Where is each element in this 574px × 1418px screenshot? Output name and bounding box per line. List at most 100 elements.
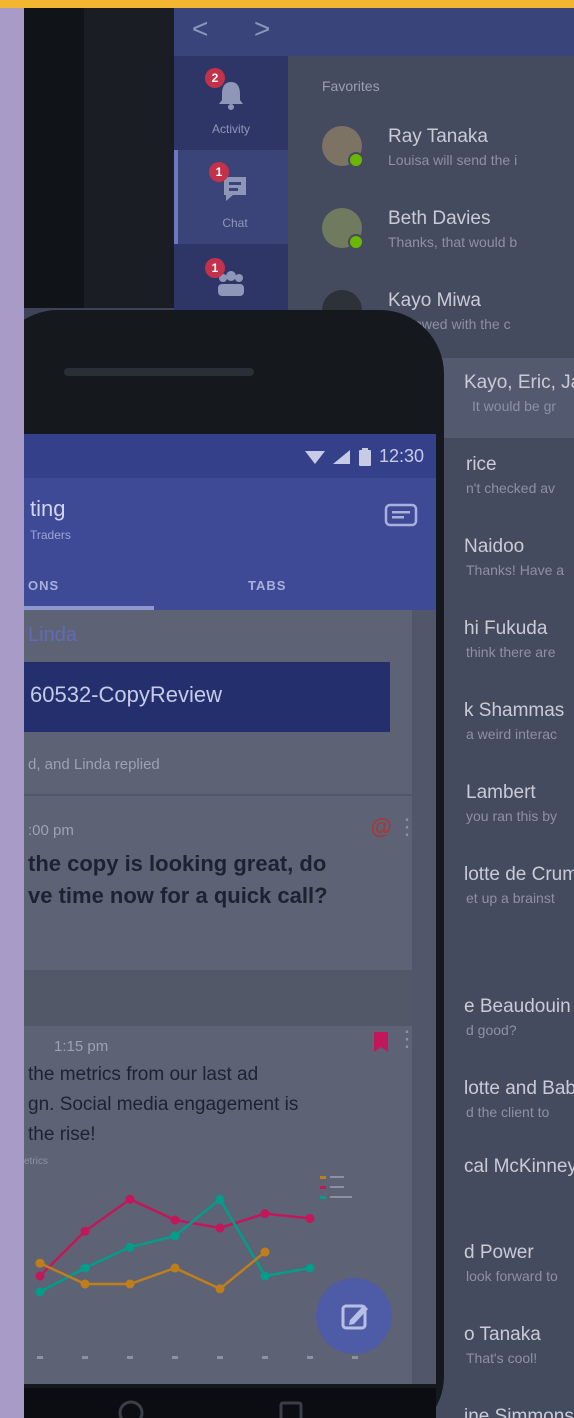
divider [24, 794, 412, 796]
x-tick-mark [262, 1356, 268, 1359]
chat-preview: d the client to [466, 1104, 550, 1120]
favorites-heading: Favorites [322, 78, 380, 94]
chat-icon: 1 [209, 162, 255, 212]
channel-title: ting [30, 496, 66, 521]
chart-point [35, 1271, 45, 1281]
more-options-icon[interactable]: ⋮ [396, 814, 418, 840]
chart-point [260, 1247, 270, 1257]
activity-badge: 2 [205, 68, 225, 88]
chart-point [35, 1258, 45, 1268]
more-options-icon[interactable]: ⋮ [396, 1026, 418, 1052]
rail-label-chat: Chat [222, 216, 248, 230]
chart-point [80, 1263, 90, 1273]
chat-row-ray-tanaka[interactable]: Ray Tanaka Louisa will send the i [288, 112, 574, 192]
chat-row-beth-davies[interactable]: Beth Davies Thanks, that would b [288, 194, 574, 274]
wifi-icon [304, 450, 325, 464]
presence-available-icon [348, 152, 364, 168]
phone-nav-bar [24, 1388, 436, 1418]
chat-name: cal McKinney [464, 1156, 574, 1177]
chat-name: Naidoo [464, 536, 525, 557]
chat-preview: d good? [466, 1022, 517, 1038]
file-card-title: 60532-CopyReview [30, 682, 222, 707]
chat-name: lotte and Bab [464, 1078, 574, 1099]
reply-summary[interactable]: d, and Linda replied [28, 756, 160, 773]
compose-button[interactable] [316, 1278, 392, 1354]
status-icons: 12:30 [304, 446, 424, 467]
status-time: 12:30 [378, 446, 424, 466]
message-time: :00 pm [28, 822, 74, 839]
chart-point [305, 1213, 315, 1223]
reply-author[interactable]: Linda [28, 624, 77, 647]
chat-name: o Tanaka [464, 1324, 541, 1345]
battery-icon [358, 447, 371, 466]
chart-point [260, 1209, 270, 1219]
chart-title: etrics [24, 1156, 48, 1167]
chat-name: Ray Tanaka [388, 126, 488, 147]
x-tick-mark [217, 1356, 223, 1359]
back-arrow-icon[interactable]: < [192, 14, 208, 44]
chat-name: ine Simmons [464, 1406, 574, 1418]
rail-item-teams[interactable]: 1 [174, 248, 288, 308]
message-time: 1:15 pm [54, 1038, 109, 1055]
teams-badge: 1 [205, 258, 225, 278]
phone-screen: 12:30 ting Traders ONS TABS Linda 60532-… [24, 434, 436, 1384]
reply-separator [24, 970, 412, 1026]
chat-name: Lambert [466, 782, 536, 803]
chat-preview: look forward to [466, 1268, 558, 1284]
chart-point [215, 1194, 225, 1204]
phone-speaker [64, 368, 254, 376]
chat-badge: 1 [209, 162, 229, 182]
file-card[interactable]: 60532-CopyReview [24, 662, 390, 732]
meeting-icon[interactable] [384, 500, 418, 530]
x-tick-mark [352, 1356, 358, 1359]
x-tick-mark [307, 1356, 313, 1359]
chart-point [170, 1215, 180, 1225]
chat-preview: you ran this by [466, 808, 558, 824]
chart-point [80, 1279, 90, 1289]
chart-point [215, 1284, 225, 1294]
rail-label-activity: Activity [211, 122, 250, 136]
chat-preview: a weird interac [466, 726, 558, 742]
avatar [322, 126, 364, 168]
chat-preview: think there are [466, 644, 556, 660]
x-tick-mark [82, 1356, 88, 1359]
rail-item-activity[interactable]: 2 Activity [174, 56, 288, 148]
chart-series-line-2 [39, 1251, 266, 1291]
bell-icon: 2 [205, 68, 251, 118]
main-scene: < > 2 Activity 1 Chat 1 Favorites Ray Ta… [24, 8, 574, 1418]
desktop-title-bar: < > [174, 8, 574, 56]
chart-point [125, 1279, 135, 1289]
chat-name: Beth Davies [388, 208, 491, 229]
chart-point [170, 1231, 180, 1241]
team-subtitle: Traders [30, 528, 71, 542]
x-tick-mark [37, 1356, 43, 1359]
chat-preview: Louisa will send the i [388, 152, 518, 168]
home-button-icon[interactable] [116, 1398, 146, 1418]
tab-tabs[interactable]: TABS [248, 578, 286, 593]
chart-point [125, 1194, 135, 1204]
chart-point [125, 1242, 135, 1252]
presence-available-icon [348, 234, 364, 250]
recents-button-icon[interactable] [276, 1398, 306, 1418]
chat-preview: n't checked av [466, 480, 556, 496]
bookmark-icon[interactable] [374, 1032, 388, 1052]
message-text: the metrics from our last ad gn. Social … [28, 1064, 299, 1145]
x-tick-mark [127, 1356, 133, 1359]
chat-name: rice [466, 454, 497, 475]
chart-point [80, 1226, 90, 1236]
chat-preview: Thanks, that would b [388, 234, 518, 250]
x-tick-mark [172, 1356, 178, 1359]
chat-name: Kayo, Eric, Ja [464, 372, 574, 393]
desktop-bezel-edge [84, 8, 174, 308]
status-bar: 12:30 [24, 434, 436, 478]
tab-conversations[interactable]: ONS [28, 578, 59, 593]
rail-item-chat[interactable]: 1 Chat [174, 150, 292, 244]
chat-preview: et up a brainst [466, 890, 555, 906]
chat-name: lotte de Crum [464, 864, 574, 885]
chart-legend [320, 1176, 352, 1199]
chat-preview: It would be gr [472, 398, 557, 414]
forward-arrow-icon[interactable]: > [254, 14, 270, 44]
signal-icon [332, 449, 350, 464]
mention-icon: @ [370, 814, 392, 839]
chart-point [305, 1263, 315, 1273]
